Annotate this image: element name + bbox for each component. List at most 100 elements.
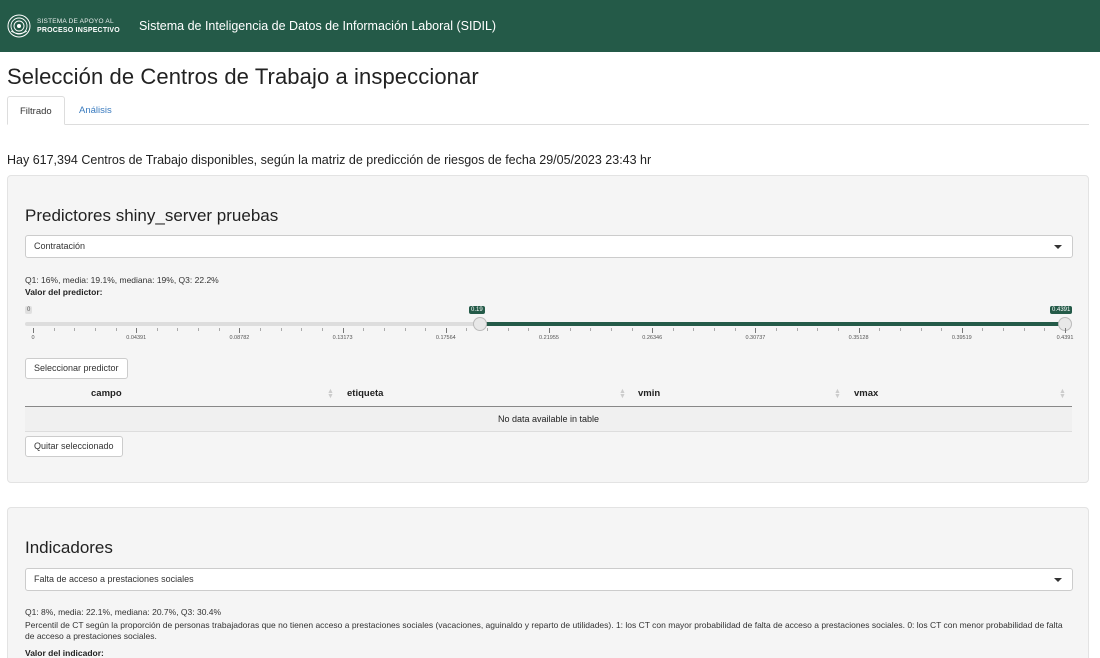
slider-tick-label: 0.08782 (229, 335, 250, 341)
table-header: campo ▲ ▼ etiqueta ▲ ▼ vmin ▲ ▼ vmax ▲ ▼ (25, 383, 1072, 407)
slider-minor-tick (796, 328, 798, 331)
indicador-stats: Q1: 8%, media: 22.1%, mediana: 20.7%, Q3… (25, 607, 222, 617)
indicador-select[interactable]: Falta de acceso a prestaciones sociales (25, 568, 1073, 591)
fingerprint-emblem-icon (7, 14, 31, 38)
tab-analisis[interactable]: Análisis (67, 96, 124, 125)
slider-minor-tick (837, 328, 839, 331)
predictores-heading: Predictores shiny_server pruebas (25, 206, 279, 225)
slider-tick-label: 0.04391 (126, 335, 147, 341)
slider-tick (961, 328, 963, 333)
column-header-campo[interactable]: campo (91, 383, 122, 407)
slider-selected-range (479, 322, 1065, 326)
indicadores-panel: Indicadores Falta de acceso a prestacion… (7, 507, 1089, 658)
column-header-etiqueta[interactable]: etiqueta (347, 383, 383, 407)
slider-minor-tick (425, 328, 427, 331)
slider-tick (33, 328, 34, 333)
slider-tick (858, 328, 860, 333)
logo-line-1: SISTEMA DE APOYO AL (37, 18, 114, 25)
slider-minor-tick (218, 328, 220, 331)
slider-minor-tick (94, 328, 96, 331)
slider-minor-tick (383, 328, 385, 331)
slider-minor-tick (528, 328, 530, 331)
slider-minor-tick (466, 328, 468, 331)
indicadores-heading: Indicadores (25, 538, 113, 557)
app-logo[interactable]: SISTEMA DE APOYO AL PROCESO INSPECTIVO (7, 14, 120, 38)
sort-icon[interactable]: ▲ ▼ (834, 388, 841, 400)
slider-minor-tick (507, 328, 509, 331)
slider-minor-tick (115, 328, 117, 331)
slider-minor-tick (631, 328, 633, 331)
slider-minor-tick (1003, 328, 1005, 331)
slider-tick-label: 0.4391 (1056, 335, 1074, 341)
slider-minor-tick (899, 328, 901, 331)
slider-handle-low[interactable] (472, 317, 487, 331)
tab-filtrado[interactable]: Filtrado (7, 96, 65, 125)
slider-tick (549, 328, 550, 333)
slider-tick-label: 0.30737 (745, 335, 766, 341)
slider-minor-tick (177, 328, 179, 331)
slider-minor-tick (1044, 328, 1046, 331)
column-header-vmax[interactable]: vmax (854, 383, 878, 407)
predictores-panel: Predictores shiny_server pruebas Contrat… (7, 175, 1089, 483)
tab-bar: Filtrado Análisis (7, 96, 1089, 125)
slider-minor-tick (198, 328, 200, 331)
predictor-select[interactable]: Contratación (25, 235, 1073, 258)
slider-minor-tick (693, 328, 695, 331)
availability-text: Hay 617,394 Centros de Trabajo disponibl… (7, 153, 652, 167)
slider-minor-tick (569, 328, 571, 331)
seleccionar-predictor-button[interactable]: Seleccionar predictor (25, 358, 128, 379)
slider-minor-tick (776, 328, 778, 331)
chevron-down-icon (1054, 245, 1062, 249)
slider-minor-tick (879, 328, 881, 331)
slider-tick (652, 328, 654, 333)
slider-low-value-badge: 0.19 (469, 306, 485, 314)
slider-minor-tick (672, 328, 674, 331)
indicador-select-value: Falta de acceso a prestaciones sociales (34, 574, 194, 584)
slider-tick (755, 328, 757, 333)
slider-min-label: 0 (25, 306, 33, 314)
slider-minor-tick (404, 328, 406, 331)
slider-minor-tick (714, 328, 716, 331)
slider-minor-tick (260, 328, 262, 331)
slider-tick (136, 328, 138, 333)
sort-icon[interactable]: ▲ ▼ (1059, 388, 1066, 400)
slider-minor-tick (321, 328, 323, 331)
slider-minor-tick (53, 328, 55, 331)
slider-tick-label: 0.13173 (332, 335, 353, 341)
slider-tick-label: 0.26346 (642, 335, 663, 341)
slider-tick (445, 328, 447, 333)
logo-text: SISTEMA DE APOYO AL PROCESO INSPECTIVO (37, 17, 120, 35)
slider-tick-label: 0.17564 (435, 335, 456, 341)
indicador-description: Percentil de CT según la proporción de p… (25, 620, 1063, 641)
slider-high-value-badge: 0.4391 (1050, 306, 1073, 314)
navbar: SISTEMA DE APOYO AL PROCESO INSPECTIVO S… (0, 0, 1100, 52)
slider-tick (239, 328, 241, 333)
sort-icon[interactable]: ▲ ▼ (619, 388, 626, 400)
slider-minor-tick (1023, 328, 1025, 331)
slider-minor-tick (363, 328, 365, 331)
slider-tick-label: 0 (31, 335, 35, 341)
slider-minor-tick (280, 328, 282, 331)
slider-minor-tick (982, 328, 984, 331)
predictores-table: campo ▲ ▼ etiqueta ▲ ▼ vmin ▲ ▼ vmax ▲ ▼ No … (25, 383, 1072, 432)
column-header-vmin[interactable]: vmin (638, 383, 660, 407)
logo-line-2: PROCESO INSPECTIVO (37, 27, 120, 34)
slider-minor-tick (734, 328, 736, 331)
slider-minor-tick (156, 328, 158, 331)
slider-minor-tick (610, 328, 612, 331)
predictor-stats: Q1: 16%, media: 19.1%, mediana: 19%, Q3:… (25, 275, 219, 285)
page-title: Selección de Centros de Trabajo a inspec… (7, 64, 479, 89)
predictor-select-value: Contratación (34, 241, 86, 251)
slider-minor-tick (817, 328, 819, 331)
predictor-slider[interactable]: 0 0.19 0.4391 0 0.04391 0.08782 0.13173 0.17… (25, 304, 1078, 344)
quitar-seleccionado-button[interactable]: Quitar seleccionado (25, 436, 123, 457)
slider-tick (1065, 328, 1066, 333)
table-empty-row: No data available in table (25, 407, 1072, 432)
slider-tick (342, 328, 344, 333)
app-title[interactable]: Sistema de Inteligencia de Datos de Info… (139, 19, 496, 33)
slider-minor-tick (74, 328, 76, 331)
predictor-slider-label: Valor del predictor: (25, 287, 103, 297)
sort-icon[interactable]: ▲ ▼ (327, 388, 334, 400)
slider-minor-tick (487, 328, 489, 331)
slider-tick-label: 0.35128 (848, 335, 869, 341)
